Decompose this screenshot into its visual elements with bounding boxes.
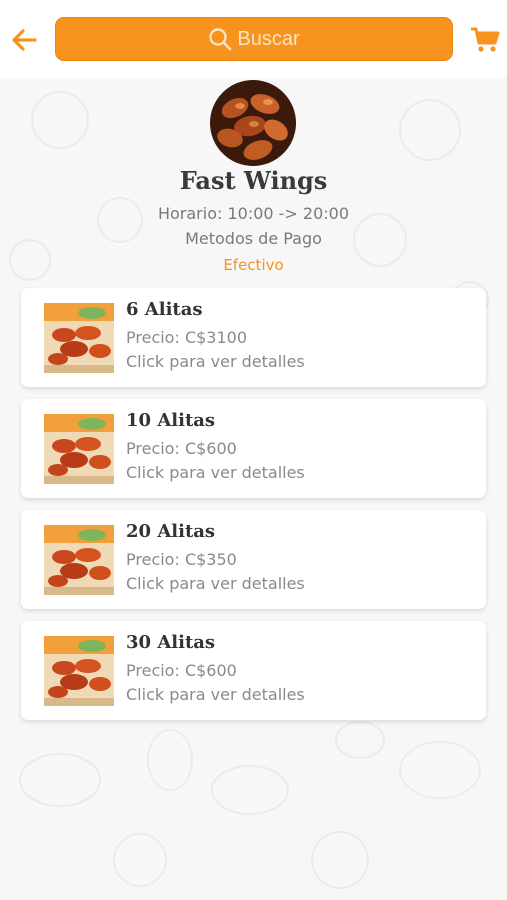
product-details-link[interactable]: Click para ver detalles (126, 352, 305, 371)
product-image (44, 303, 114, 373)
product-details-link[interactable]: Click para ver detalles (126, 463, 305, 482)
search-placeholder: Buscar (237, 27, 300, 50)
product-price: Precio: C$600 (126, 661, 237, 680)
product-name: 10 Alitas (126, 410, 216, 431)
product-price: Precio: C$600 (126, 439, 237, 458)
opening-hours: Horario: 10:00 -> 20:00 (157, 204, 350, 223)
product-details-link[interactable]: Click para ver detalles (126, 574, 305, 593)
product-image (44, 525, 114, 595)
product-image (44, 636, 114, 706)
product-details-link[interactable]: Click para ver detalles (126, 685, 305, 704)
search-icon (209, 28, 232, 51)
product-price: Precio: C$350 (126, 550, 237, 569)
product-card[interactable]: 10 Alitas Precio: C$600 Click para ver d… (21, 399, 486, 498)
cart-icon (471, 27, 500, 52)
payment-method-cash: Efectivo (223, 256, 284, 274)
product-name: 30 Alitas (126, 632, 216, 653)
product-card[interactable]: 20 Alitas Precio: C$350 Click para ver d… (21, 510, 486, 609)
back-button[interactable] (6, 22, 42, 58)
product-price: Precio: C$3100 (126, 328, 248, 347)
product-image (44, 414, 114, 484)
payment-methods-label: Metodos de Pago (185, 229, 322, 248)
search-input[interactable]: Buscar (55, 17, 453, 61)
product-name: 20 Alitas (126, 521, 216, 542)
cart-button[interactable] (467, 22, 503, 58)
product-card[interactable]: 6 Alitas Precio: C$3100 Click para ver d… (21, 288, 486, 387)
product-name: 6 Alitas (126, 299, 203, 320)
product-card[interactable]: 30 Alitas Precio: C$600 Click para ver d… (21, 621, 486, 720)
arrow-left-icon (12, 29, 37, 51)
top-bar: Buscar (0, 0, 507, 78)
restaurant-avatar (210, 80, 296, 166)
restaurant-name: Fast Wings (179, 166, 328, 195)
